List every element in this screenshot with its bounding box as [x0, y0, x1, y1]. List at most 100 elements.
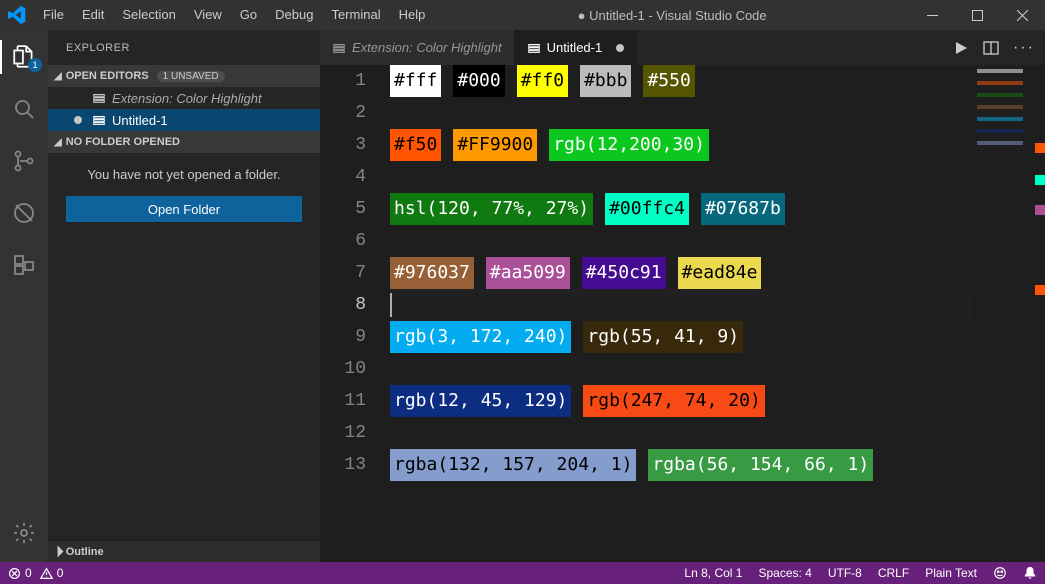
run-icon[interactable] — [953, 40, 969, 56]
code-line[interactable] — [390, 289, 971, 321]
code-line[interactable] — [390, 225, 971, 257]
menu-help[interactable]: Help — [390, 0, 435, 30]
color-token[interactable]: rgba(132, 157, 204, 1) — [390, 449, 636, 481]
window-controls — [910, 0, 1045, 30]
open-editors-header[interactable]: ◢ Open Editors 1 UNSAVED — [48, 65, 320, 87]
maximize-button[interactable] — [955, 0, 1000, 30]
line-number: 12 — [320, 417, 366, 449]
color-token[interactable]: #07687b — [701, 193, 785, 225]
bell-icon[interactable] — [1015, 562, 1045, 584]
status-lncol[interactable]: Ln 8, Col 1 — [676, 562, 750, 584]
code-line[interactable]: rgb(3, 172, 240) rgb(55, 41, 9) — [390, 321, 971, 353]
activitybar: 1 — [0, 30, 48, 562]
debug-icon[interactable] — [0, 196, 48, 230]
color-token[interactable]: #976037 — [390, 257, 474, 289]
overview-marker — [1035, 143, 1045, 153]
open-folder-button[interactable]: Open Folder — [66, 196, 302, 222]
color-token[interactable]: #ff0 — [517, 65, 568, 97]
code-line[interactable] — [390, 161, 971, 193]
menu-go[interactable]: Go — [231, 0, 266, 30]
color-token[interactable]: hsl(120, 77%, 27%) — [390, 193, 593, 225]
color-token[interactable]: #00ffc4 — [605, 193, 689, 225]
status-encoding[interactable]: UTF-8 — [820, 562, 870, 584]
file-icon — [332, 41, 346, 55]
editor-area: Extension: Color HighlightUntitled-1 ···… — [320, 30, 1045, 562]
file-icon — [92, 91, 106, 105]
chevron-right-icon: ◢ — [51, 545, 64, 558]
status-lang[interactable]: Plain Text — [917, 562, 985, 584]
split-editor-icon[interactable] — [983, 40, 999, 56]
color-token[interactable]: #550 — [643, 65, 694, 97]
menu-terminal[interactable]: Terminal — [322, 0, 389, 30]
line-number: 6 — [320, 225, 366, 257]
code-line[interactable] — [390, 97, 971, 129]
no-folder-header[interactable]: ◢ No Folder Opened — [48, 131, 320, 153]
minimap-line — [977, 117, 1023, 121]
color-token[interactable]: rgba(56, 154, 66, 1) — [648, 449, 873, 481]
color-token[interactable]: #000 — [453, 65, 504, 97]
editor-body[interactable]: 12345678910111213 #fff#000#ff0#bbb#550#f… — [320, 65, 1045, 562]
open-editor-item[interactable]: Extension: Color Highlight — [48, 87, 320, 109]
code-line[interactable]: #976037 #aa5099 #450c91 #ead84e — [390, 257, 971, 289]
chevron-down-icon: ◢ — [54, 71, 62, 82]
color-token[interactable]: #f50 — [390, 129, 441, 161]
code-line[interactable] — [390, 417, 971, 449]
outline-header[interactable]: ◢ Outline — [48, 540, 320, 562]
menu-debug[interactable]: Debug — [266, 0, 322, 30]
editor-tab[interactable]: Extension: Color Highlight — [320, 30, 515, 65]
overview-marker — [1035, 285, 1045, 295]
line-number: 11 — [320, 385, 366, 417]
source-control-icon[interactable] — [0, 144, 48, 178]
overview-ruler[interactable] — [1031, 65, 1045, 562]
color-token[interactable]: #FF9900 — [453, 129, 537, 161]
settings-gear-icon[interactable] — [0, 516, 48, 550]
search-icon[interactable] — [0, 92, 48, 126]
no-folder-label: No Folder Opened — [66, 136, 180, 148]
code-line[interactable]: rgb(12, 45, 129) rgb(247, 74, 20) — [390, 385, 971, 417]
dirty-indicator-icon — [74, 116, 82, 124]
more-icon[interactable]: ··· — [1013, 39, 1035, 57]
chevron-down-icon: ◢ — [54, 137, 62, 148]
color-token[interactable]: rgb(247, 74, 20) — [583, 385, 764, 417]
open-editor-item[interactable]: Untitled-1 — [48, 109, 320, 131]
minimap-line — [977, 81, 1023, 85]
color-token[interactable]: #ead84e — [678, 257, 762, 289]
feedback-icon[interactable] — [985, 562, 1015, 584]
menu-selection[interactable]: Selection — [113, 0, 184, 30]
minimap-line — [977, 69, 1023, 73]
status-errors[interactable]: 0 — [0, 562, 40, 584]
color-token[interactable]: #fff — [390, 65, 441, 97]
minimap-line — [977, 93, 1023, 97]
explorer-icon[interactable]: 1 — [0, 40, 48, 74]
status-spaces[interactable]: Spaces: 4 — [750, 562, 819, 584]
line-number: 2 — [320, 97, 366, 129]
color-token[interactable]: rgb(12,200,30) — [549, 129, 709, 161]
code-line[interactable]: rgba(132, 157, 204, 1) rgba(56, 154, 66, … — [390, 449, 971, 481]
status-eol[interactable]: CRLF — [870, 562, 917, 584]
code-line[interactable]: #fff #000 #ff0 #bbb #550 — [390, 65, 971, 97]
code-line[interactable]: hsl(120, 77%, 27%) #00ffc4 #07687b — [390, 193, 971, 225]
color-token[interactable]: #aa5099 — [486, 257, 570, 289]
color-token[interactable]: rgb(3, 172, 240) — [390, 321, 571, 353]
minimize-button[interactable] — [910, 0, 955, 30]
menu-view[interactable]: View — [185, 0, 231, 30]
file-icon — [527, 41, 541, 55]
menu-file[interactable]: File — [34, 0, 73, 30]
color-token[interactable]: #450c91 — [582, 257, 666, 289]
code-line[interactable]: #f50 #FF9900 rgb(12,200,30) — [390, 129, 971, 161]
color-token[interactable]: #bbb — [580, 65, 631, 97]
code-content[interactable]: #fff #000 #ff0 #bbb #550 #f50 #FF9900 rgb(12,20… — [390, 65, 971, 562]
color-token[interactable]: rgb(55, 41, 9) — [583, 321, 743, 353]
close-button[interactable] — [1000, 0, 1045, 30]
minimap[interactable] — [971, 65, 1031, 562]
color-token[interactable]: rgb(12, 45, 129) — [390, 385, 571, 417]
dirty-indicator-icon — [616, 44, 624, 52]
code-line[interactable] — [390, 353, 971, 385]
menu-edit[interactable]: Edit — [73, 0, 113, 30]
status-warnings[interactable]: 0 — [40, 562, 72, 584]
editor-tab[interactable]: Untitled-1 — [515, 30, 638, 65]
line-number: 13 — [320, 449, 366, 481]
extensions-icon[interactable] — [0, 248, 48, 282]
window-title: ● Untitled-1 - Visual Studio Code — [434, 8, 910, 23]
open-editor-label: Extension: Color Highlight — [112, 91, 262, 106]
